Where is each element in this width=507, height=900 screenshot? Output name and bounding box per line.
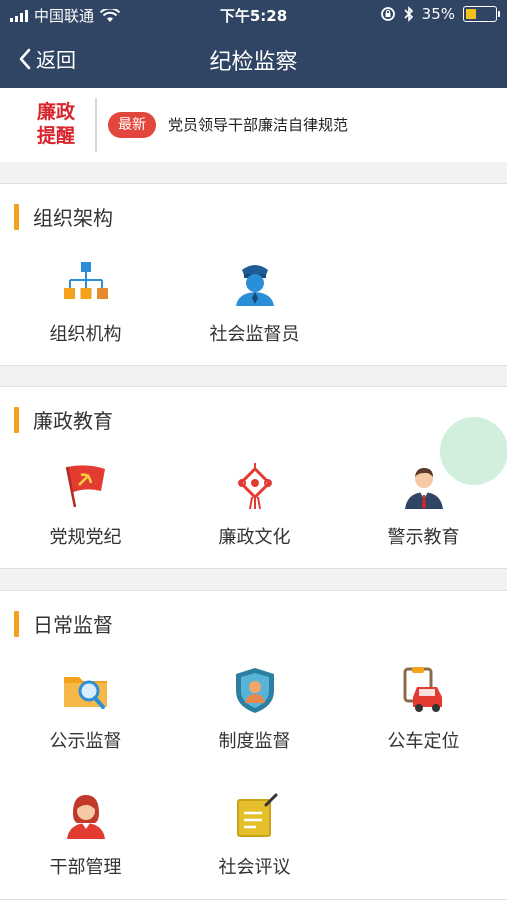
battery-percent: 35% — [421, 5, 455, 23]
section-accent-bar — [14, 610, 19, 637]
section-accent-bar — [14, 406, 19, 433]
grid-item-label: 社会评议 — [218, 857, 291, 878]
car-clipboard-icon — [403, 667, 442, 712]
police-officer-icon — [235, 265, 274, 306]
logo-line-2: 提醒 — [36, 125, 75, 147]
section-title: 廉政教育 — [14, 405, 113, 434]
grid-item-system-supervision[interactable]: 制度监督 — [170, 665, 339, 753]
section-title: 组织架构 — [14, 202, 113, 231]
grid-item-party-rules[interactable]: 党规党纪 — [1, 461, 170, 549]
female-cadre-icon — [66, 795, 105, 839]
chinese-knot-icon — [237, 463, 272, 510]
section-title: 日常监督 — [14, 609, 113, 638]
status-bar: 中国联通 下午5:28 35% — [0, 0, 507, 30]
folder-search-icon — [63, 677, 107, 709]
battery-icon — [463, 6, 500, 22]
section-integrity-education: 廉政教育 党规党纪 廉政文化 警示教育 — [0, 386, 507, 569]
logo-line-1: 廉政 — [36, 101, 75, 123]
grid-item-supervisor[interactable]: 社会监督员 — [170, 258, 339, 346]
grid-item-cadre-management[interactable]: 干部管理 — [1, 791, 170, 879]
grid-item-label: 公示监督 — [49, 731, 122, 752]
logo-divider — [95, 98, 97, 152]
section-org-structure: 组织架构 组织机构 社会监督员 — [0, 183, 507, 366]
bluetooth-icon — [404, 6, 413, 22]
grid-item-vehicle-location[interactable]: 公车定位 — [339, 665, 507, 753]
nav-bar: 返回 纪检监察 — [0, 30, 507, 88]
integrity-reminder-logo: 廉政 提醒 — [30, 100, 82, 150]
section-accent-bar — [14, 203, 19, 230]
grid-item-public-supervision[interactable]: 公示监督 — [1, 665, 170, 753]
page-title: 纪检监察 — [209, 50, 298, 75]
grid-item-label: 社会监督员 — [209, 324, 300, 345]
notice-banner[interactable]: 廉政 提醒 最新 党员领导干部廉洁自律规范 — [0, 88, 507, 162]
grid-item-label: 组织机构 — [49, 324, 122, 345]
notice-text[interactable]: 党员领导干部廉洁自律规范 — [168, 114, 348, 135]
section-title-text: 廉政教育 — [33, 409, 113, 433]
section-daily-supervision: 日常监督 公示监督 制度监督 公车定位 干部管理 社会评议 — [0, 590, 507, 900]
section-title-text: 日常监督 — [33, 613, 113, 637]
rotation-lock-icon — [380, 7, 395, 21]
person-suit-icon — [404, 468, 443, 509]
org-chart-icon — [63, 262, 108, 299]
grid-item-label: 公车定位 — [387, 731, 460, 752]
section-title-text: 组织架构 — [33, 206, 113, 230]
grid-item-social-review[interactable]: 社会评议 — [170, 791, 339, 879]
grid-item-label: 干部管理 — [49, 857, 122, 878]
grid-item-org-chart[interactable]: 组织机构 — [1, 258, 170, 346]
grid-item-label: 警示教育 — [387, 527, 460, 548]
latest-badge: 最新 — [108, 112, 156, 138]
grid-item-label: 制度监督 — [218, 731, 291, 752]
notebook-pen-icon — [236, 793, 277, 837]
party-flag-icon — [65, 465, 105, 508]
shield-person-icon — [235, 668, 274, 713]
grid-item-label: 廉政文化 — [218, 527, 291, 548]
floating-assistive-button[interactable] — [440, 417, 507, 485]
grid-item-label: 党规党纪 — [49, 527, 122, 548]
grid-item-integrity-culture[interactable]: 廉政文化 — [170, 461, 339, 549]
